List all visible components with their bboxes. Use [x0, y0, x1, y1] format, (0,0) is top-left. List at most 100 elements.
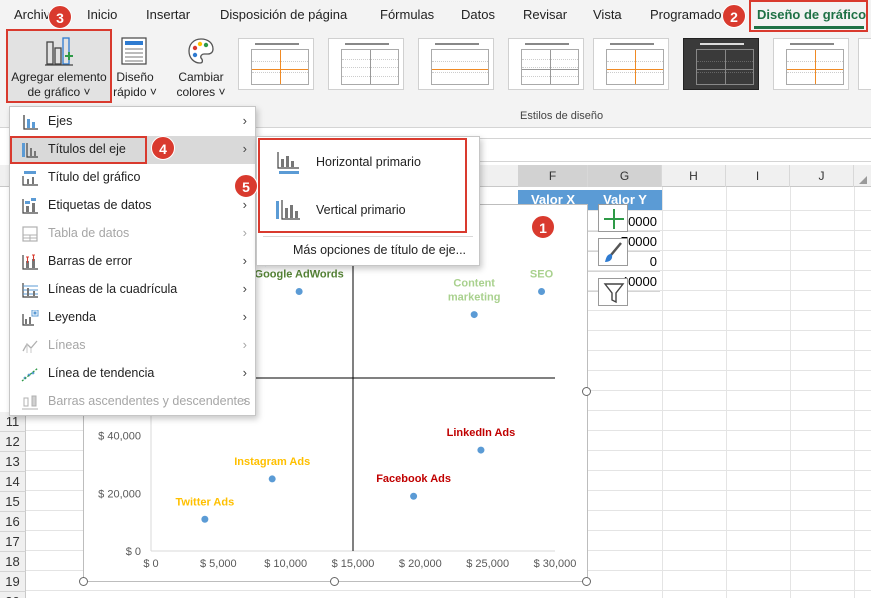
highlight-design-tab: [749, 0, 868, 32]
menu-item-barras-error[interactable]: Barras de error ›: [11, 248, 255, 276]
callout-2: 2: [722, 4, 746, 28]
chevron-right-icon: ›: [242, 337, 247, 352]
data-label: LinkedIn Ads: [447, 427, 516, 439]
callout-4: 4: [151, 136, 175, 160]
column-header-g[interactable]: G: [588, 165, 662, 187]
column-header-j[interactable]: J: [790, 165, 854, 187]
change-colors-button[interactable]: Cambiar colores ˅: [170, 30, 232, 102]
y-tick-label: $ 20,000: [98, 488, 141, 500]
callout-3: 3: [48, 5, 72, 29]
column-header-i[interactable]: I: [726, 165, 790, 187]
tab-formulas[interactable]: Fórmulas: [380, 7, 434, 22]
submenu-more-options[interactable]: Más opciones de título de eje...: [293, 243, 466, 257]
y-tick-label: $ 0: [126, 546, 141, 558]
styles-group-label: Estilos de diseño: [520, 110, 604, 122]
axes-icon: [23, 115, 38, 130]
row-header-18[interactable]: 18: [0, 552, 26, 572]
chart-style-7[interactable]: [773, 38, 849, 90]
x-tick-label: $ 0: [143, 558, 158, 570]
row-header-19[interactable]: 19: [0, 572, 26, 592]
gridlines-icon: [22, 283, 38, 298]
row-header-17[interactable]: 17: [0, 532, 26, 552]
change-colors-label-1: Cambiar: [178, 70, 224, 84]
chevron-right-icon: ›: [242, 141, 247, 156]
menu-item-lineas-cuadricula[interactable]: Líneas de la cuadrícula ›: [11, 276, 255, 304]
chevron-right-icon: ›: [242, 253, 247, 268]
chart-style-1[interactable]: [238, 38, 314, 90]
chart-style-4[interactable]: [508, 38, 584, 90]
chart-resize-handle-right[interactable]: [582, 387, 591, 396]
menu-item-linea-tendencia[interactable]: Línea de tendencia ›: [11, 360, 255, 388]
menu-item-ejes[interactable]: Ejes ›: [11, 108, 255, 136]
tab-programador[interactable]: Programador: [650, 7, 726, 22]
row-header-13[interactable]: 13: [0, 452, 26, 472]
row-header-15[interactable]: 15: [0, 492, 26, 512]
y-tick-label: $ 40,000: [98, 431, 141, 443]
chart-elements-button[interactable]: [598, 204, 628, 232]
menu-item-lineas[interactable]: Líneas ›: [11, 332, 255, 360]
row-header-12[interactable]: 12: [0, 432, 26, 452]
plus-icon: [604, 209, 624, 229]
data-point: [268, 475, 276, 483]
x-tick-label: $ 30,000: [534, 558, 577, 570]
data-label: Content: [453, 278, 495, 290]
highlight-axis-titles-item: [10, 136, 147, 164]
data-label: Google AdWords: [255, 269, 344, 281]
data-table-icon: [22, 226, 38, 242]
menu-item-barras-ascendentes[interactable]: Barras ascendentes y descendentes ›: [11, 388, 255, 416]
chevron-right-icon: ›: [242, 365, 247, 380]
row-header-16[interactable]: 16: [0, 512, 26, 532]
tab-revisar[interactable]: Revisar: [523, 7, 567, 22]
chart-resize-handle-br[interactable]: [582, 577, 591, 586]
data-point: [410, 492, 418, 500]
data-point: [470, 311, 478, 319]
data-labels-icon: [22, 198, 38, 214]
chevron-right-icon: ›: [242, 197, 247, 212]
data-label: marketing: [448, 292, 501, 304]
row-header-14[interactable]: 14: [0, 472, 26, 492]
grid-corner-handle-icon: [859, 176, 867, 184]
column-header-h[interactable]: H: [662, 165, 726, 187]
chart-resize-handle-bl[interactable]: [79, 577, 88, 586]
chevron-right-icon: ›: [242, 113, 247, 128]
chart-styles-button[interactable]: [598, 238, 628, 266]
tab-inicio[interactable]: Inicio: [87, 7, 117, 22]
chart-style-6[interactable]: [683, 38, 759, 90]
column-header-f[interactable]: F: [518, 165, 588, 187]
filter-icon: [603, 283, 625, 304]
menu-item-leyenda[interactable]: Leyenda ›: [11, 304, 255, 332]
highlight-add-chart-element: [6, 29, 112, 103]
row-header-20[interactable]: 20: [0, 592, 26, 598]
menu-item-etiquetas-datos[interactable]: Etiquetas de datos ›: [11, 192, 255, 220]
submenu-separator: [263, 236, 473, 237]
chart-filters-button[interactable]: [598, 278, 628, 306]
tab-vista[interactable]: Vista: [593, 7, 622, 22]
tab-disposicion[interactable]: Disposición de página: [220, 7, 347, 22]
data-point: [477, 446, 485, 454]
x-tick-label: $ 20,000: [399, 558, 442, 570]
paintbrush-icon: [605, 242, 622, 262]
quick-layout-button[interactable]: Diseño rápido ˅: [112, 30, 158, 102]
chevron-right-icon: ›: [242, 309, 247, 324]
palette-icon: [188, 38, 214, 64]
trendline-icon: [21, 367, 39, 382]
data-label: SEO: [530, 269, 554, 281]
chevron-right-icon: ›: [242, 281, 247, 296]
menu-item-titulo-grafico[interactable]: Título del gráfico ›: [11, 164, 255, 192]
change-colors-label-2: colores ˅: [176, 85, 226, 99]
menu-item-tabla-datos[interactable]: Tabla de datos ›: [11, 220, 255, 248]
x-tick-label: $ 10,000: [264, 558, 307, 570]
up-down-bars-icon: [22, 395, 38, 410]
chart-style-5[interactable]: [593, 38, 669, 90]
highlight-submenu-options: [258, 138, 467, 233]
callout-5: 5: [234, 174, 258, 198]
tab-datos[interactable]: Datos: [461, 7, 495, 22]
data-label: Twitter Ads: [176, 496, 235, 508]
chart-resize-handle-bottom[interactable]: [330, 577, 339, 586]
data-point: [538, 288, 546, 295]
tab-insertar[interactable]: Insertar: [146, 7, 190, 22]
chart-style-8-partial[interactable]: [858, 38, 871, 90]
chart-style-3[interactable]: [418, 38, 494, 90]
chart-style-2[interactable]: [328, 38, 404, 90]
callout-1: 1: [531, 215, 555, 239]
